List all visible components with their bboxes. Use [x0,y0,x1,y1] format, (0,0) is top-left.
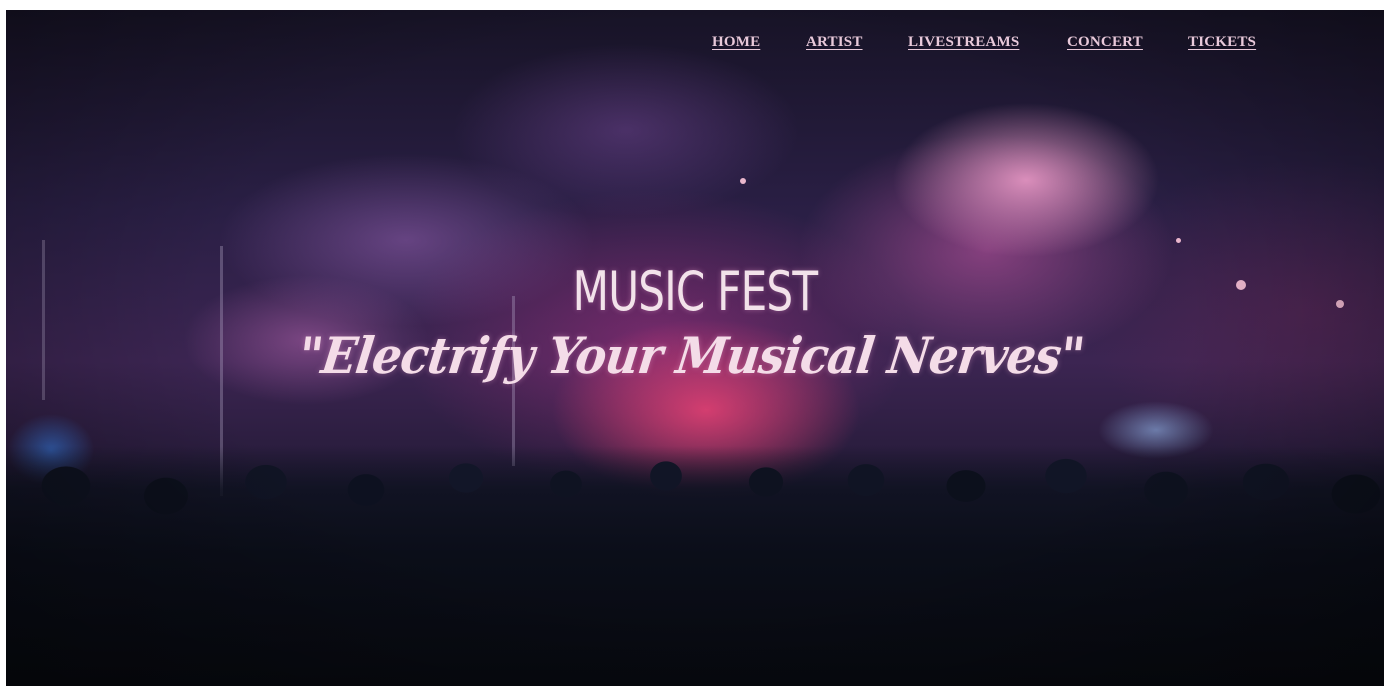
nav-concert-link[interactable]: CONCERT [1067,34,1143,51]
nav-tickets-link[interactable]: TICKETS [1188,34,1256,51]
nav-livestreams-link[interactable]: LIVESTREAMS [908,34,1019,51]
hero-banner: HOME ARTIST LIVESTREAMS CONCERT TICKETS … [6,10,1384,686]
top-navigation: HOME ARTIST LIVESTREAMS CONCERT TICKETS [712,34,1272,56]
nav-home-link[interactable]: HOME [712,34,760,51]
nav-artist-link[interactable]: ARTIST [806,34,863,51]
hero-title: MUSIC FEST [572,260,818,324]
hero-tagline: "Electrify Your Musical Nerves" [295,326,1088,385]
